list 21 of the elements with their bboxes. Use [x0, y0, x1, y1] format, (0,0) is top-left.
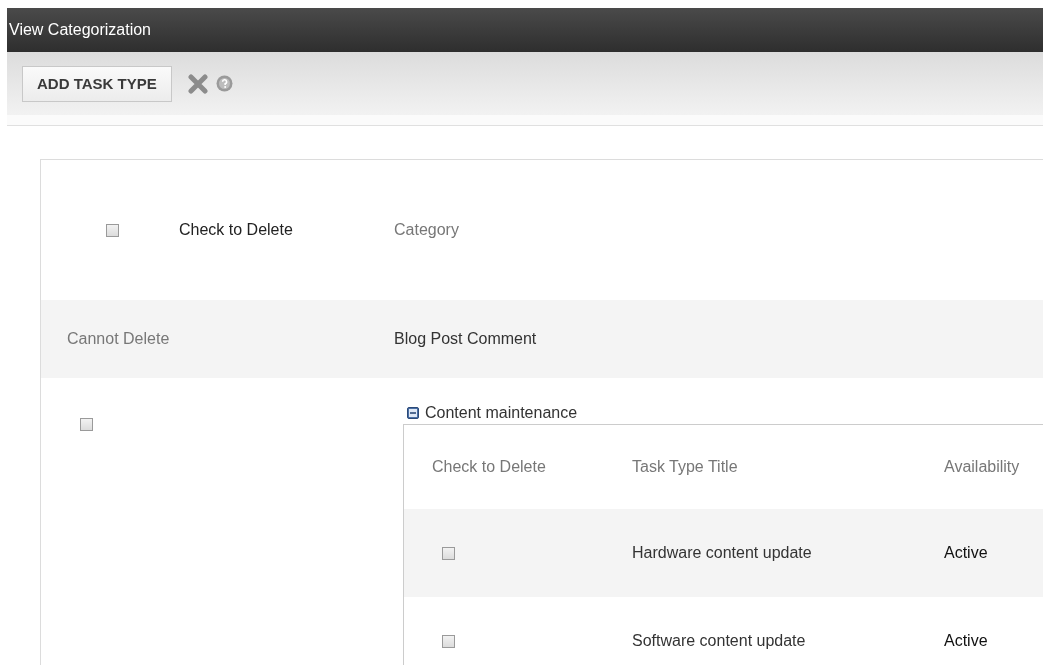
- column-header: Availability: [944, 458, 1021, 476]
- add-task-type-button[interactable]: ADD TASK TYPE: [22, 65, 172, 102]
- checkbox[interactable]: [442, 547, 455, 561]
- availability-status: Active: [944, 544, 989, 562]
- delete-icon[interactable]: [187, 73, 208, 94]
- task-type-title: Software content update: [632, 632, 807, 650]
- category-name: Content maintenance: [425, 404, 578, 422]
- collapse-icon[interactable]: [407, 407, 419, 419]
- column-header: Check to Delete: [179, 221, 293, 239]
- column-header: Category: [394, 221, 459, 238]
- column-header: Task Type Title: [632, 458, 739, 476]
- cannot-delete-label: Cannot Delete: [67, 330, 170, 347]
- task-type-title: Hardware content update: [632, 544, 813, 562]
- window-title: View Categorization: [8, 20, 152, 40]
- checkbox[interactable]: [80, 418, 93, 432]
- availability-status: Active: [944, 632, 989, 650]
- help-icon[interactable]: [215, 75, 233, 92]
- column-header: Check to Delete: [431, 458, 547, 476]
- category-name: Blog Post Comment: [394, 330, 537, 347]
- checkbox[interactable]: [106, 223, 119, 237]
- checkbox[interactable]: [442, 635, 455, 649]
